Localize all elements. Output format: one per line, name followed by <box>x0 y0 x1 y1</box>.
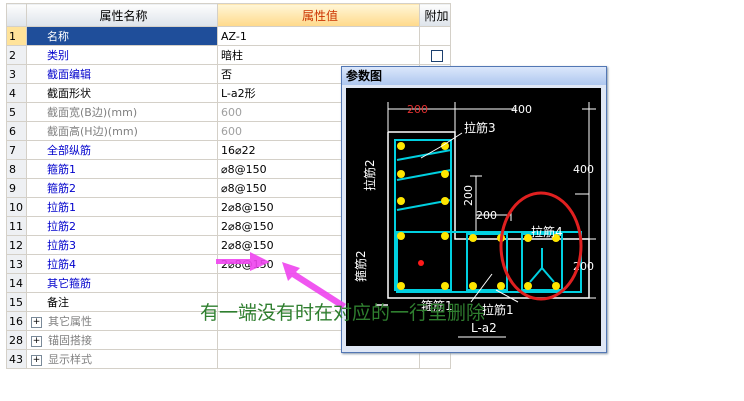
label-gujin2: 箍筋2 <box>353 250 368 282</box>
expand-icon[interactable]: + <box>31 335 42 347</box>
extra-checkbox[interactable] <box>431 49 443 62</box>
dim-200-vert: 200 <box>462 185 475 206</box>
property-name[interactable]: 截面形状 <box>26 83 218 103</box>
table-row[interactable]: 2 类别 暗柱 <box>6 45 451 65</box>
row-number: 13 <box>6 254 27 274</box>
property-group[interactable]: + 锚固搭接 <box>26 330 218 350</box>
label-lajin2: 拉筋2 <box>362 159 377 191</box>
group-label: 锚固搭接 <box>48 334 92 347</box>
table-row[interactable]: 1 名称 AZ-1 <box>6 26 451 46</box>
expand-icon[interactable]: + <box>31 354 42 366</box>
property-name[interactable]: 拉筋1 <box>26 197 218 217</box>
property-value[interactable]: 暗柱 <box>217 45 420 65</box>
property-name[interactable]: 箍筋2 <box>26 178 218 198</box>
property-group[interactable]: + 显示样式 <box>26 349 218 369</box>
extra-cell <box>419 26 451 46</box>
property-value[interactable]: AZ-1 <box>217 26 420 46</box>
property-name[interactable]: 备注 <box>26 292 218 312</box>
window-title[interactable]: 参数图 <box>342 67 606 85</box>
row-number: 7 <box>6 140 27 160</box>
property-name[interactable]: 箍筋1 <box>26 159 218 179</box>
label-lajin4: 拉筋4 <box>531 224 563 239</box>
property-name[interactable]: 名称 <box>26 26 218 46</box>
corner-cell <box>6 3 27 27</box>
property-name[interactable]: 截面宽(B边)(mm) <box>26 102 218 122</box>
grid-header-row: 属性名称 属性值 附加 <box>6 3 451 27</box>
row-number: 10 <box>6 197 27 217</box>
row-number: 9 <box>6 178 27 198</box>
row-number: 11 <box>6 216 27 236</box>
row-number: 16 <box>6 311 27 331</box>
property-name[interactable]: 截面高(H边)(mm) <box>26 121 218 141</box>
row-number: 12 <box>6 235 27 255</box>
row-number: 6 <box>6 121 27 141</box>
header-property-name[interactable]: 属性名称 <box>26 3 218 27</box>
dim-400-top: 400 <box>511 103 532 116</box>
property-name[interactable]: 截面编辑 <box>26 64 218 84</box>
row-number: 1 <box>6 26 27 46</box>
property-name[interactable]: 拉筋4 <box>26 254 218 274</box>
property-name[interactable]: 全部纵筋 <box>26 140 218 160</box>
row-number: 14 <box>6 273 27 293</box>
row-number: 8 <box>6 159 27 179</box>
row-number: 43 <box>6 349 27 369</box>
header-extra[interactable]: 附加 <box>419 3 451 27</box>
label-lajin3: 拉筋3 <box>464 120 496 135</box>
dim-400-right: 400 <box>573 163 594 176</box>
header-property-value[interactable]: 属性值 <box>217 3 420 27</box>
row-number: 5 <box>6 102 27 122</box>
group-label: 显示样式 <box>48 353 92 366</box>
dim-200-top: 200 <box>407 103 428 116</box>
property-name[interactable]: 其它箍筋 <box>26 273 218 293</box>
expand-icon[interactable]: + <box>31 316 42 328</box>
property-group[interactable]: + 其它属性 <box>26 311 218 331</box>
extra-cell <box>419 45 451 65</box>
property-name[interactable]: 拉筋2 <box>26 216 218 236</box>
row-number: 28 <box>6 330 27 350</box>
row-number: 2 <box>6 45 27 65</box>
group-label: 其它属性 <box>48 315 92 328</box>
property-name[interactable]: 类别 <box>26 45 218 65</box>
annotation-note: 有一端没有时在对应的一行里删除 <box>200 302 486 324</box>
dim-200-mid: 200 <box>476 209 497 222</box>
label-lajin1: 拉筋1 <box>482 302 514 317</box>
row-number: 3 <box>6 64 27 84</box>
highlight-circle <box>499 191 583 301</box>
property-name[interactable]: 拉筋3 <box>26 235 218 255</box>
row-number: 15 <box>6 292 27 312</box>
row-number: 4 <box>6 83 27 103</box>
